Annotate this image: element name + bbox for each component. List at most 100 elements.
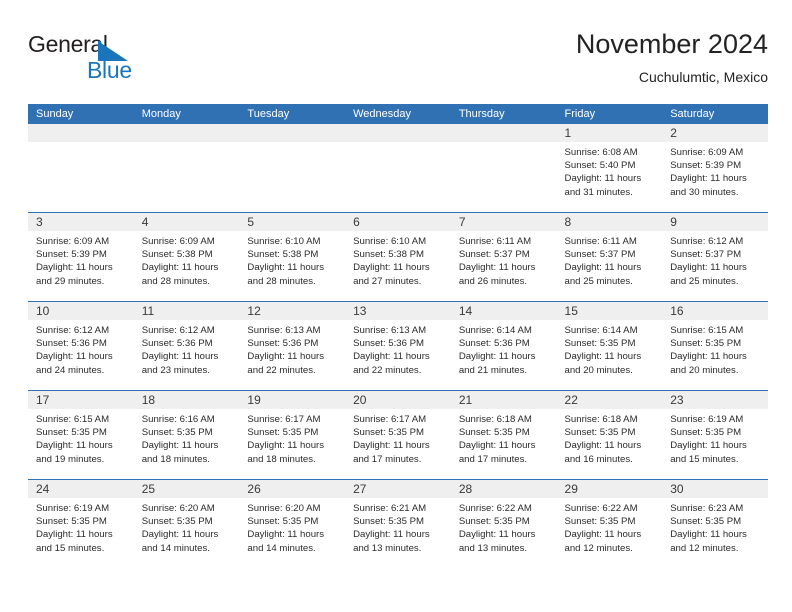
day-details: Sunrise: 6:12 AM Sunset: 5:36 PM Daylight:… (134, 320, 240, 377)
sunset-text: Sunset: 5:37 PM (458, 249, 530, 261)
day-details: Sunrise: 6:08 AM Sunset: 5:40 PM Daylight:… (557, 142, 663, 199)
daylight-text: Daylight: 11 hours (458, 262, 536, 274)
daylight-text: Daylight: 11 hours (36, 351, 113, 363)
date-number-band (239, 124, 346, 142)
calendar-day-cell-empty (28, 124, 134, 212)
day-details: Sunrise: 6:17 AM Sunset: 5:35 PM Daylight:… (345, 409, 451, 466)
calendar-day-cell-19[interactable]: 19 Sunrise: 6:17 AM Sunset: 5:35 PM Dayligh… (239, 391, 346, 479)
calendar-day-cell-10[interactable]: 10 Sunrise: 6:12 AM Sunset: 5:36 PM Dayligh… (28, 302, 134, 390)
day-details: Sunrise: 6:21 AM Sunset: 5:35 PM Daylight:… (345, 498, 451, 555)
date-number-band: 16 (662, 302, 768, 320)
sunrise-text: Sunrise: 6:17 AM (247, 414, 321, 425)
calendar-day-cell-28[interactable]: 28 Sunrise: 6:22 AM Sunset: 5:35 PM Dayligh… (450, 480, 557, 568)
sunset-text: Sunset: 5:38 PM (141, 249, 213, 261)
date-number: 1 (564, 126, 572, 140)
calendar-day-cell-23[interactable]: 23 Sunrise: 6:19 AM Sunset: 5:35 PM Dayligh… (662, 391, 768, 479)
daylight-text: Daylight: 11 hours (670, 173, 747, 185)
sunrise-text: Sunrise: 6:14 AM (458, 325, 532, 336)
calendar-weeks: 1 Sunrise: 6:08 AM Sunset: 5:40 PM Daylight… (28, 124, 768, 568)
daylight-text-cont: and 31 minutes. (564, 186, 633, 198)
daylight-text: Daylight: 11 hours (353, 351, 430, 363)
sunrise-text: Sunrise: 6:10 AM (247, 236, 321, 247)
day-details: Sunrise: 6:10 AM Sunset: 5:38 PM Daylight:… (345, 231, 451, 288)
calendar-day-cell-6[interactable]: 6 Sunrise: 6:10 AM Sunset: 5:38 PM Daylight… (345, 213, 451, 301)
calendar-day-cell-21[interactable]: 21 Sunrise: 6:18 AM Sunset: 5:35 PM Dayligh… (450, 391, 557, 479)
daylight-text-cont: and 15 minutes. (36, 542, 105, 554)
calendar-day-cell-15[interactable]: 15 Sunrise: 6:14 AM Sunset: 5:35 PM Dayligh… (556, 302, 663, 390)
calendar-day-cell-5[interactable]: 5 Sunrise: 6:10 AM Sunset: 5:38 PM Daylight… (239, 213, 346, 301)
calendar-day-cell-2[interactable]: 2 Sunrise: 6:09 AM Sunset: 5:39 PM Daylight… (662, 124, 768, 212)
sunrise-text: Sunrise: 6:18 AM (564, 414, 638, 425)
date-number: 24 (36, 482, 50, 496)
daylight-text: Daylight: 11 hours (564, 440, 642, 452)
sunset-text: Sunset: 5:35 PM (458, 516, 530, 528)
date-number: 22 (564, 393, 578, 407)
sunrise-text: Sunrise: 6:10 AM (353, 236, 427, 247)
sunrise-text: Sunrise: 6:21 AM (353, 503, 427, 514)
daylight-text-cont: and 22 minutes. (247, 364, 316, 376)
date-number: 21 (458, 393, 473, 407)
calendar-day-cell-1[interactable]: 1 Sunrise: 6:08 AM Sunset: 5:40 PM Daylight… (556, 124, 663, 212)
calendar-day-cell-24[interactable]: 24 Sunrise: 6:19 AM Sunset: 5:35 PM Dayligh… (28, 480, 134, 568)
brand-logo[interactable]: General Blue (28, 31, 228, 89)
sunset-text: Sunset: 5:35 PM (247, 516, 319, 528)
sunrise-text: Sunrise: 6:18 AM (458, 414, 532, 425)
page-title: November 2024 (575, 29, 768, 59)
daylight-text-cont: and 24 minutes. (36, 364, 105, 376)
date-number-band: 15 (556, 302, 663, 320)
day-details: Sunrise: 6:20 AM Sunset: 5:35 PM Daylight:… (134, 498, 240, 555)
calendar-day-cell-8[interactable]: 8 Sunrise: 6:11 AM Sunset: 5:37 PM Daylight… (556, 213, 663, 301)
calendar-day-cell-17[interactable]: 17 Sunrise: 6:15 AM Sunset: 5:35 PM Dayligh… (28, 391, 134, 479)
date-number: 10 (36, 304, 50, 318)
calendar-day-cell-11[interactable]: 11 Sunrise: 6:12 AM Sunset: 5:36 PM Dayligh… (133, 302, 240, 390)
sunset-text: Sunset: 5:35 PM (670, 516, 742, 528)
daylight-text: Daylight: 11 hours (458, 529, 536, 541)
calendar-day-cell-13[interactable]: 13 Sunrise: 6:13 AM Sunset: 5:36 PM Dayligh… (345, 302, 451, 390)
calendar-day-cell-12[interactable]: 12 Sunrise: 6:13 AM Sunset: 5:36 PM Dayligh… (239, 302, 346, 390)
sunrise-text: Sunrise: 6:09 AM (670, 147, 744, 158)
day-details: Sunrise: 6:09 AM Sunset: 5:39 PM Daylight:… (28, 231, 134, 288)
calendar-day-cell-30[interactable]: 30 Sunrise: 6:23 AM Sunset: 5:35 PM Dayligh… (662, 480, 768, 568)
day-details: Sunrise: 6:13 AM Sunset: 5:36 PM Daylight:… (345, 320, 451, 377)
weekday-header-tuesday: Tuesday (247, 108, 290, 120)
daylight-text-cont: and 22 minutes. (353, 364, 422, 376)
calendar-day-cell-9[interactable]: 9 Sunrise: 6:12 AM Sunset: 5:37 PM Daylight… (662, 213, 768, 301)
daylight-text: Daylight: 11 hours (141, 262, 219, 274)
calendar-day-cell-27[interactable]: 27 Sunrise: 6:21 AM Sunset: 5:35 PM Dayligh… (345, 480, 451, 568)
date-number-band (133, 124, 240, 142)
brand-name-general: General (28, 31, 108, 57)
day-details: Sunrise: 6:23 AM Sunset: 5:35 PM Daylight:… (662, 498, 768, 555)
sunrise-text: Sunrise: 6:12 AM (670, 236, 744, 247)
calendar-day-cell-empty (345, 124, 451, 212)
calendar-day-cell-4[interactable]: 4 Sunrise: 6:09 AM Sunset: 5:38 PM Daylight… (133, 213, 240, 301)
daylight-text-cont: and 12 minutes. (670, 542, 739, 554)
sunrise-text: Sunrise: 6:15 AM (36, 414, 110, 425)
day-details (239, 142, 345, 146)
calendar-day-cell-16[interactable]: 16 Sunrise: 6:15 AM Sunset: 5:35 PM Dayligh… (662, 302, 768, 390)
date-number: 4 (141, 215, 149, 229)
date-number: 8 (564, 215, 572, 229)
date-number-band: 9 (662, 213, 768, 231)
date-number: 27 (353, 482, 367, 496)
sunset-text: Sunset: 5:36 PM (458, 338, 530, 350)
sunset-text: Sunset: 5:35 PM (141, 516, 213, 528)
calendar-day-cell-25[interactable]: 25 Sunrise: 6:20 AM Sunset: 5:35 PM Dayligh… (133, 480, 240, 568)
daylight-text: Daylight: 11 hours (141, 440, 219, 452)
day-details: Sunrise: 6:16 AM Sunset: 5:35 PM Daylight:… (134, 409, 240, 466)
date-number-band: 27 (345, 480, 451, 498)
calendar-day-cell-20[interactable]: 20 Sunrise: 6:17 AM Sunset: 5:35 PM Dayligh… (345, 391, 451, 479)
calendar-day-cell-26[interactable]: 26 Sunrise: 6:20 AM Sunset: 5:35 PM Dayligh… (239, 480, 346, 568)
calendar-day-cell-14[interactable]: 14 Sunrise: 6:14 AM Sunset: 5:36 PM Dayligh… (450, 302, 557, 390)
calendar-day-cell-18[interactable]: 18 Sunrise: 6:16 AM Sunset: 5:35 PM Dayligh… (133, 391, 240, 479)
calendar-day-cell-3[interactable]: 3 Sunrise: 6:09 AM Sunset: 5:39 PM Daylight… (28, 213, 134, 301)
daylight-text-cont: and 19 minutes. (36, 453, 105, 465)
sunrise-text: Sunrise: 6:13 AM (247, 325, 321, 336)
sunset-text: Sunset: 5:37 PM (670, 249, 742, 261)
calendar-day-cell-29[interactable]: 29 Sunrise: 6:22 AM Sunset: 5:35 PM Dayligh… (556, 480, 663, 568)
calendar-day-cell-7[interactable]: 7 Sunrise: 6:11 AM Sunset: 5:37 PM Daylight… (450, 213, 557, 301)
calendar-day-cell-22[interactable]: 22 Sunrise: 6:18 AM Sunset: 5:35 PM Dayligh… (556, 391, 663, 479)
day-details: Sunrise: 6:11 AM Sunset: 5:37 PM Daylight:… (451, 231, 557, 288)
weekday-header-sunday: Sunday (36, 108, 74, 120)
daylight-text: Daylight: 11 hours (458, 351, 536, 363)
sunrise-text: Sunrise: 6:17 AM (353, 414, 427, 425)
